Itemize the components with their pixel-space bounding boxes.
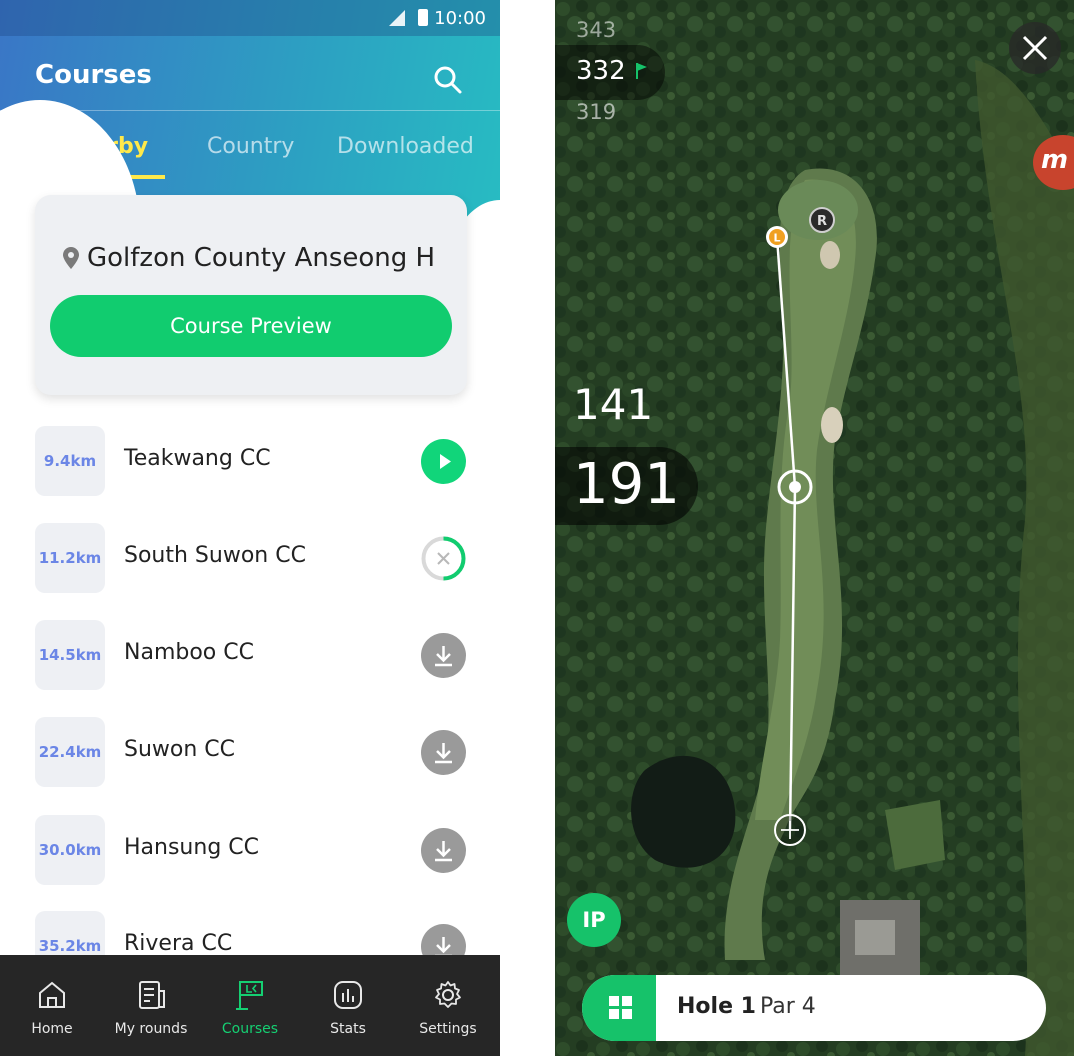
front-of-green-distance: 319	[576, 100, 617, 124]
course-name: South Suwon CC	[124, 543, 306, 568]
nav-home[interactable]: Home	[2, 955, 102, 1056]
satellite-map[interactable]: L R	[555, 0, 1074, 1056]
download-button[interactable]	[421, 730, 466, 775]
download-icon	[435, 646, 452, 667]
screen-root: 10:00 Courses Nearby Country Downloaded …	[0, 0, 1074, 1056]
stats-icon	[334, 981, 362, 1009]
course-row[interactable]: 30.0km Hansung CC	[0, 815, 500, 885]
nav-settings[interactable]: Settings	[398, 955, 498, 1056]
hole-selector-bar[interactable]: Hole 1 Par 4	[582, 975, 1046, 1041]
nav-stats[interactable]: Stats	[298, 955, 398, 1056]
nav-my-rounds-label: My rounds	[114, 1021, 188, 1037]
status-time: 10:00	[434, 8, 486, 29]
nav-stats-label: Stats	[330, 1021, 366, 1037]
battery-icon	[418, 9, 428, 26]
page-title: Courses	[35, 60, 152, 90]
search-icon	[434, 66, 462, 94]
courses-screen: 10:00 Courses Nearby Country Downloaded …	[0, 0, 500, 1056]
play-button[interactable]	[421, 439, 466, 484]
cancel-download-button[interactable]	[421, 536, 466, 581]
bottom-navigation: Home My rounds Courses Stats Settings	[0, 955, 500, 1056]
nav-courses-label: Courses	[221, 1021, 279, 1037]
signal-icon	[389, 10, 405, 26]
tab-downloaded[interactable]: Downloaded	[337, 134, 474, 159]
nav-settings-label: Settings	[419, 1021, 477, 1037]
hole-grid-button[interactable]	[582, 975, 656, 1041]
download-icon	[435, 841, 452, 862]
hole-par: Par 4	[760, 994, 816, 1019]
tab-country[interactable]: Country	[207, 134, 294, 159]
course-distance: 22.4km	[35, 717, 105, 787]
nav-home-label: Home	[31, 1021, 73, 1037]
course-row[interactable]: 9.4km Teakwang CC	[0, 426, 500, 496]
distance-to-target: 141	[573, 380, 654, 429]
course-name: Namboo CC	[124, 640, 254, 665]
course-distance: 30.0km	[35, 815, 105, 885]
course-name: Hansung CC	[124, 835, 259, 860]
hole-map-screen: L R 343 332 319 m 141 191 IP Hole 1 Par …	[555, 0, 1074, 1056]
hole-number: Hole 1	[677, 994, 756, 1019]
course-distance: 9.4km	[35, 426, 105, 496]
home-icon	[39, 981, 65, 1008]
distance-from-target: 191	[573, 452, 680, 517]
download-button[interactable]	[421, 828, 466, 873]
right-pin-letter: R	[817, 214, 827, 229]
download-button[interactable]	[421, 633, 466, 678]
course-name: Rivera CC	[124, 931, 233, 956]
download-icon	[435, 743, 452, 764]
course-distance: 14.5km	[35, 620, 105, 690]
download-progress-icon	[421, 536, 466, 581]
search-button[interactable]	[430, 62, 466, 98]
status-bar: 10:00	[0, 0, 500, 36]
course-preview-button[interactable]: Course Preview	[50, 295, 452, 357]
featured-course-name: Golfzon County Anseong H	[87, 243, 436, 273]
course-row[interactable]: 14.5km Namboo CC	[0, 620, 500, 690]
close-button[interactable]	[1009, 22, 1061, 74]
course-flag-icon	[236, 981, 263, 1010]
map-badge-letter: m	[1041, 145, 1069, 175]
grid-icon	[609, 996, 632, 1019]
close-icon	[1022, 35, 1048, 61]
location-pin-icon	[63, 247, 79, 273]
scorecard-icon	[139, 981, 165, 1009]
nav-my-rounds[interactable]: My rounds	[101, 955, 201, 1056]
ip-button[interactable]: IP	[567, 893, 621, 947]
course-row[interactable]: 22.4km Suwon CC	[0, 717, 500, 787]
back-of-green-distance: 343	[576, 18, 617, 42]
gear-icon	[435, 981, 461, 1008]
left-pin-letter: L	[773, 232, 780, 245]
center-of-green-distance: 332	[576, 56, 626, 86]
course-row[interactable]: 11.2km South Suwon CC	[0, 523, 500, 593]
course-name: Teakwang CC	[124, 446, 271, 471]
flag-icon	[635, 62, 649, 84]
nav-courses[interactable]: Courses	[200, 955, 300, 1056]
featured-course-card: Golfzon County Anseong H Course Preview	[35, 195, 467, 395]
play-icon	[440, 454, 451, 469]
course-distance: 11.2km	[35, 523, 105, 593]
course-name: Suwon CC	[124, 737, 236, 762]
